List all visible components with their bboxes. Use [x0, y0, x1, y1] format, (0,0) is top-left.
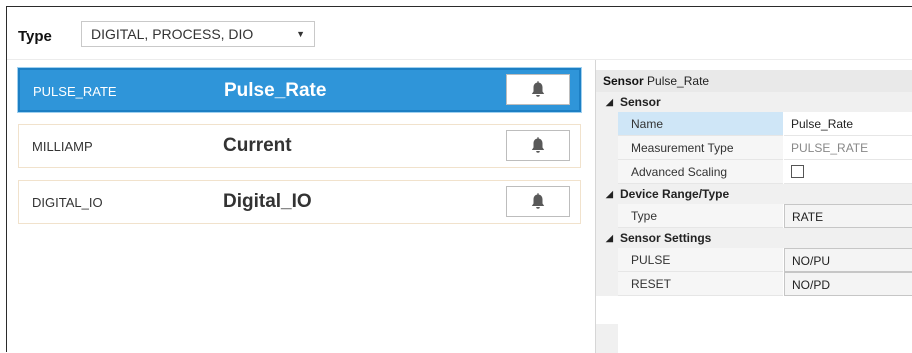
bell-icon	[531, 193, 545, 209]
sensor-code: PULSE_RATE	[33, 84, 117, 99]
property-name: Type	[618, 204, 783, 228]
collapse-triangle-icon[interactable]: ◢	[606, 92, 613, 112]
property-row-advanced-scaling[interactable]: Advanced Scaling	[596, 160, 912, 184]
property-value-input[interactable]: Pulse_Rate	[784, 112, 912, 136]
category-label: Sensor	[620, 95, 661, 109]
property-row-name[interactable]: Name Pulse_Rate	[596, 112, 912, 136]
bell-icon	[531, 81, 545, 97]
property-grid-header: Sensor Pulse_Rate	[596, 70, 912, 92]
sensor-code: DIGITAL_IO	[32, 195, 103, 210]
property-row-reset[interactable]: RESET NO/PD	[596, 272, 912, 296]
category-device-range-type[interactable]: ◢ Device Range/Type	[596, 184, 912, 204]
collapse-triangle-icon[interactable]: ◢	[606, 228, 613, 248]
sensor-config-panel: Type DIGITAL, PROCESS, DIO ▼ PULSE_RATE …	[6, 6, 912, 353]
sensor-row-digital-io[interactable]: DIGITAL_IO Digital_IO	[18, 180, 581, 224]
sensor-name: Pulse_Rate	[224, 80, 327, 101]
bell-icon	[531, 137, 545, 153]
type-filter-value: DIGITAL, PROCESS, DIO	[91, 26, 254, 42]
row-gutter	[596, 136, 618, 160]
property-name: RESET	[618, 272, 783, 296]
sensor-name: Current	[223, 135, 292, 156]
sensor-row-pulse-rate[interactable]: PULSE_RATE Pulse_Rate	[18, 68, 581, 112]
property-value-cell	[784, 160, 912, 184]
alarm-button[interactable]	[506, 74, 570, 105]
sensor-code: MILLIAMP	[32, 139, 93, 154]
caret-down-icon: ▼	[296, 29, 305, 39]
category-label: Sensor Settings	[620, 231, 712, 245]
row-gutter	[596, 248, 618, 272]
sensor-list: PULSE_RATE Pulse_Rate MILLIAMP Current D…	[7, 60, 595, 353]
row-gutter	[596, 160, 618, 184]
advanced-scaling-checkbox[interactable]	[791, 165, 804, 178]
property-name: Name	[618, 112, 783, 136]
category-sensor-settings[interactable]: ◢ Sensor Settings	[596, 228, 912, 248]
sensor-row-milliamp[interactable]: MILLIAMP Current	[18, 124, 581, 168]
row-gutter	[596, 272, 618, 296]
type-filter-dropdown[interactable]: DIGITAL, PROCESS, DIO ▼	[81, 21, 315, 47]
property-name: PULSE	[618, 248, 783, 272]
header-object-type: Sensor	[603, 74, 644, 88]
property-value-dropdown[interactable]: NO/PD	[784, 272, 912, 296]
row-gutter	[596, 112, 618, 136]
sensor-name: Digital_IO	[223, 191, 312, 212]
alarm-button[interactable]	[506, 186, 570, 217]
property-value-dropdown[interactable]: NO/PU	[784, 248, 912, 272]
alarm-button[interactable]	[506, 130, 570, 161]
property-value-readonly: PULSE_RATE	[784, 136, 912, 160]
property-name: Advanced Scaling	[618, 160, 783, 184]
property-row-measurement-type: Measurement Type PULSE_RATE	[596, 136, 912, 160]
collapse-triangle-icon[interactable]: ◢	[606, 184, 613, 204]
property-grid: Sensor Pulse_Rate ◢ Sensor Name Pulse_Ra…	[596, 60, 912, 353]
type-filter-label: Type	[18, 28, 52, 45]
property-name: Measurement Type	[618, 136, 783, 160]
header-object-name: Pulse_Rate	[647, 74, 710, 88]
property-value-dropdown[interactable]: RATE	[784, 204, 912, 228]
property-row-type[interactable]: Type RATE	[596, 204, 912, 228]
row-gutter	[596, 204, 618, 228]
property-row-pulse[interactable]: PULSE NO/PU	[596, 248, 912, 272]
category-sensor[interactable]: ◢ Sensor	[596, 92, 912, 112]
category-label: Device Range/Type	[620, 187, 730, 201]
gutter-fill	[596, 324, 618, 353]
filter-bar: Type DIGITAL, PROCESS, DIO ▼	[7, 7, 912, 60]
